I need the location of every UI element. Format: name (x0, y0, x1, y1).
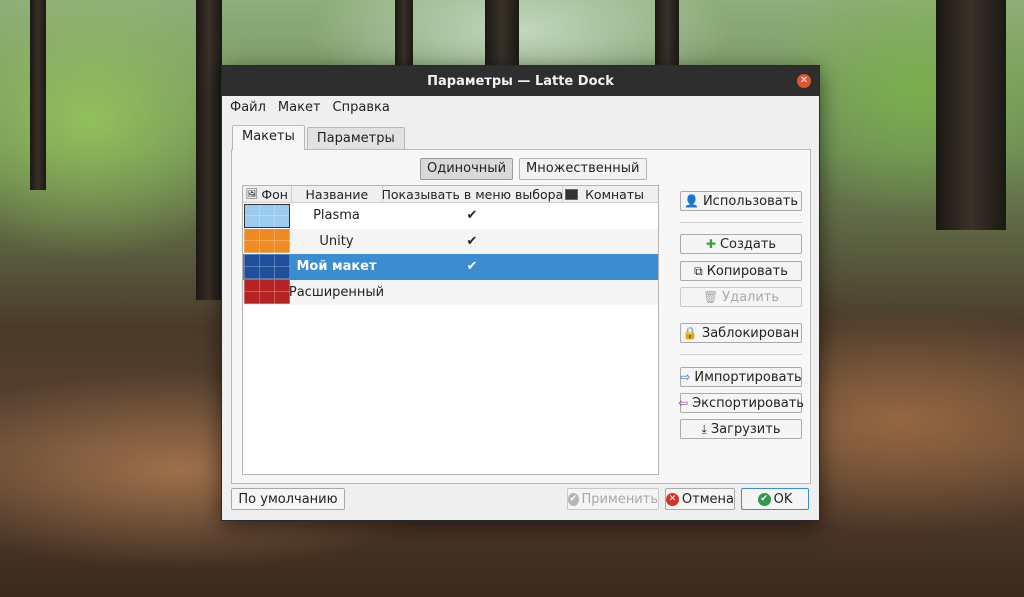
layout-name: Plasma (313, 208, 360, 224)
table-row[interactable]: Unity ✔ (243, 228, 658, 255)
locked-button[interactable]: 🔒 Заблокирован (680, 323, 802, 343)
import-icon: ⇨ (680, 370, 691, 384)
background-tree (395, 0, 413, 70)
layout-background-swatch (244, 254, 290, 279)
layout-rooms (562, 280, 656, 306)
dialog-footer: По умолчанию ✔ Применить ✕ Отмена ✔ OK (222, 488, 819, 512)
table-row[interactable]: Plasma ✔ (243, 203, 658, 229)
background-tree (485, 0, 519, 70)
use-button[interactable]: 👤 Использовать (680, 191, 802, 211)
show-in-menu-check[interactable]: ✔ (382, 254, 562, 280)
background-tree (196, 0, 222, 300)
show-in-menu-check[interactable] (382, 280, 562, 306)
background-tree (30, 0, 46, 190)
download-button[interactable]: ⤓ Загрузить (680, 419, 802, 439)
column-header-show-in-menu[interactable]: Показывать в меню выбора (383, 186, 563, 202)
show-in-menu-check[interactable]: ✔ (382, 229, 562, 255)
background-tree (655, 0, 679, 70)
layout-background-swatch (244, 203, 290, 228)
show-in-menu-check[interactable]: ✔ (382, 203, 562, 229)
menu-file[interactable]: Файл (230, 100, 266, 115)
export-button[interactable]: ⇦ Экспортировать (678, 393, 804, 413)
layout-background-swatch (244, 280, 290, 305)
layouts-table: 🖼 Фон Название Показывать в меню выбора … (242, 185, 659, 475)
table-row[interactable]: Мой макет ✔ (243, 254, 658, 280)
layout-rooms (562, 254, 656, 280)
ok-check-icon: ✔ (757, 492, 771, 506)
column-header-background[interactable]: 🖼 Фон (243, 186, 292, 202)
layout-name: Мой макет (296, 259, 377, 275)
download-icon: ⤓ (701, 421, 707, 436)
single-mode-button[interactable]: Одиночный (420, 158, 514, 180)
export-icon: ⇦ (678, 396, 689, 410)
apply-button[interactable]: ✔ Применить (567, 488, 659, 510)
cancel-button[interactable]: ✕ Отмена (665, 488, 735, 510)
window-title: Параметры — Latte Dock (427, 73, 614, 89)
layouts-panel: Одиночный Множественный 🖼 Фон Название П… (231, 149, 811, 484)
layout-background-swatch (244, 229, 290, 254)
settings-dialog: Параметры — Latte Dock ✕ Файл Макет Спра… (221, 65, 820, 521)
divider (680, 354, 802, 355)
title-bar: Параметры — Latte Dock ✕ (222, 66, 819, 96)
menu-layout[interactable]: Макет (278, 100, 321, 115)
multiple-mode-button[interactable]: Множественный (519, 158, 647, 180)
lock-icon: 🔒 (682, 326, 698, 340)
user-icon: 👤 (684, 194, 699, 208)
import-button[interactable]: ⇨ Импортировать (680, 367, 802, 387)
column-header-rooms[interactable]: Комнаты (563, 186, 658, 202)
create-button[interactable]: ✚ Создать (680, 234, 802, 254)
plus-icon: ✚ (705, 237, 716, 251)
menu-bar: Файл Макет Справка (222, 96, 819, 118)
layout-name: Расширенный (288, 284, 385, 300)
trash-icon: 🗑 (702, 290, 719, 304)
check-icon: ✔ (568, 492, 579, 506)
ok-button[interactable]: ✔ OK (741, 488, 809, 510)
tab-bar: Макеты Параметры (232, 125, 407, 150)
table-row[interactable]: Расширенный (243, 279, 658, 306)
copy-icon: ⧉ (694, 263, 703, 278)
tab-layouts[interactable]: Макеты (232, 125, 305, 150)
cancel-icon: ✕ (666, 492, 679, 506)
close-icon[interactable]: ✕ (797, 74, 811, 88)
table-header: 🖼 Фон Название Показывать в меню выбора … (243, 186, 658, 203)
activities-icon (564, 188, 578, 200)
mode-toggle: Одиночный Множественный (420, 158, 647, 180)
background-tree (936, 0, 1006, 230)
copy-button[interactable]: ⧉ Копировать (680, 261, 802, 281)
tab-settings[interactable]: Параметры (306, 127, 405, 150)
divider (680, 222, 802, 223)
layout-rooms (562, 203, 656, 229)
column-header-name[interactable]: Название (292, 186, 383, 202)
layout-rooms (562, 229, 656, 255)
remove-button[interactable]: 🗑 Удалить (680, 287, 802, 307)
menu-help[interactable]: Справка (333, 100, 390, 115)
image-icon: 🖼 (245, 188, 259, 200)
defaults-button[interactable]: По умолчанию (231, 488, 345, 510)
layout-name: Unity (319, 233, 354, 249)
